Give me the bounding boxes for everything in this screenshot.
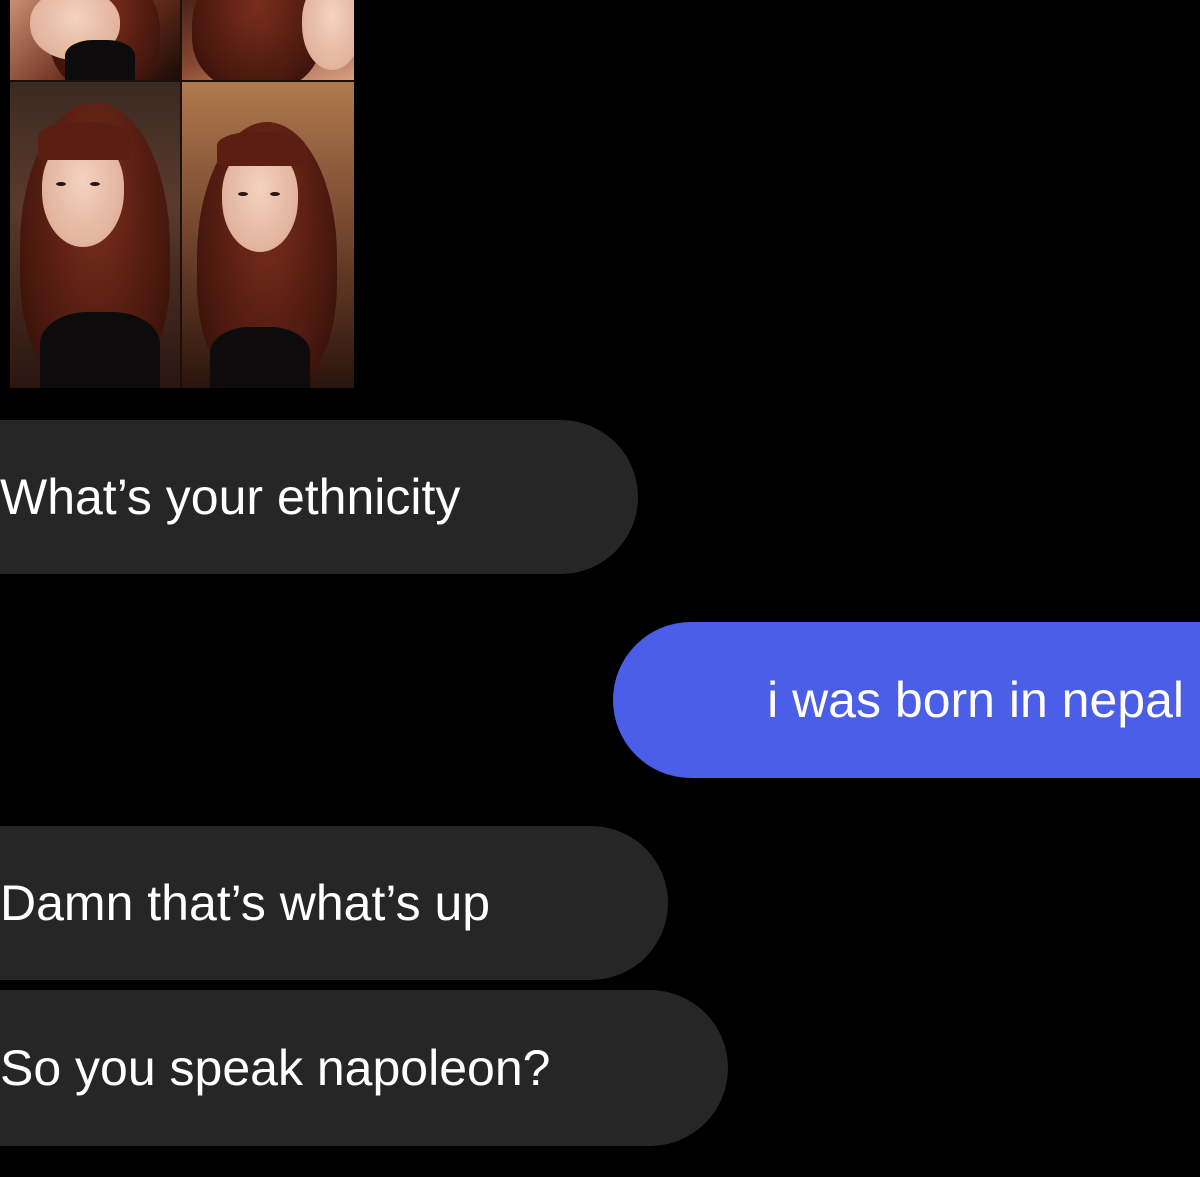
message-text: What’s your ethnicity xyxy=(0,469,461,525)
shared-photo-4[interactable] xyxy=(182,82,354,388)
incoming-message-bubble[interactable]: So you speak napoleon? xyxy=(0,990,728,1146)
shared-photo-1[interactable] xyxy=(10,0,180,80)
shared-photo-3[interactable] xyxy=(10,82,180,388)
message-text: i was born in nepal xyxy=(767,672,1184,728)
outgoing-message-bubble[interactable]: i was born in nepal xyxy=(613,622,1200,778)
incoming-message-bubble[interactable]: Damn that’s what’s up xyxy=(0,826,668,980)
chat-screen: What’s your ethnicity i was born in nepa… xyxy=(0,0,1200,1177)
shared-photo-2[interactable] xyxy=(182,0,354,80)
message-text: Damn that’s what’s up xyxy=(0,875,491,931)
message-text: So you speak napoleon? xyxy=(0,1040,551,1096)
incoming-message-bubble[interactable]: What’s your ethnicity xyxy=(0,420,638,574)
shared-photo-collage[interactable] xyxy=(10,0,354,388)
